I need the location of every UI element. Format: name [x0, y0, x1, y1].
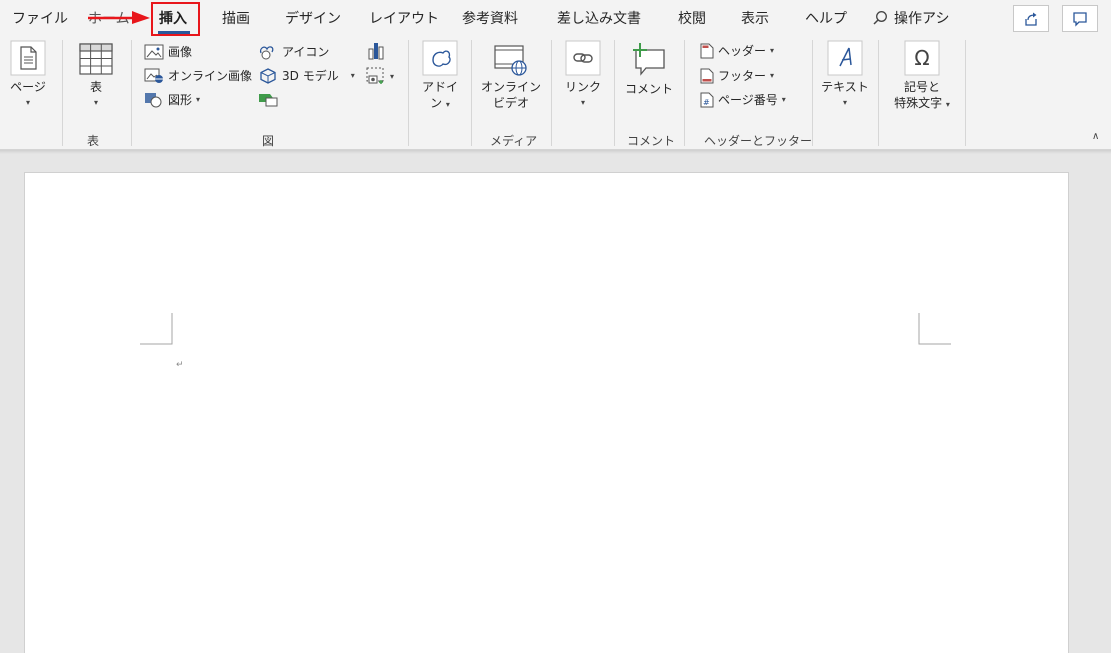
- chevron-down-icon: ▾: [196, 95, 201, 104]
- symbols-button[interactable]: Ω 記号と 特殊文字 ▾: [884, 40, 960, 113]
- footer-icon: [700, 68, 714, 83]
- group-separator: [878, 40, 879, 146]
- chevron-down-icon: ▾: [945, 100, 950, 109]
- search-icon: [873, 11, 887, 25]
- crop-mark-left: [140, 313, 173, 345]
- group-separator: [408, 40, 409, 146]
- pictures-button[interactable]: 画像: [144, 43, 192, 60]
- tab-view[interactable]: 表示: [741, 8, 769, 28]
- new-comment-button[interactable]: コメント: [622, 42, 676, 97]
- icons-icon: [259, 45, 274, 59]
- cube-icon: [260, 67, 276, 84]
- red-arrow-icon: [88, 11, 150, 24]
- chart-icon: [368, 43, 384, 60]
- group-separator: [131, 40, 132, 146]
- tab-review[interactable]: 校閲: [678, 8, 706, 28]
- page-number-icon: #: [700, 92, 714, 107]
- shapes-icon: [145, 92, 162, 107]
- page-number-button[interactable]: # ページ番号 ▾: [700, 91, 786, 108]
- tab-draw[interactable]: 描画: [222, 8, 250, 28]
- ribbon-tab-bar: ファイル ホーム 挿入 描画 デザイン レイアウト 参考資料 差し込み文書 校閲…: [0, 0, 1111, 36]
- table-icon: [79, 43, 113, 75]
- pages-button[interactable]: ページ ▾: [6, 40, 50, 111]
- online-picture-icon: [144, 68, 163, 83]
- screenshot-button[interactable]: ▾: [366, 67, 394, 85]
- share-button[interactable]: [1013, 5, 1049, 32]
- online-pictures-button[interactable]: オンライン画像: [144, 67, 252, 84]
- group-label-comments: コメント: [627, 134, 676, 148]
- text-box-icon: [827, 40, 863, 76]
- 3d-models-button[interactable]: 3D モデル ▾: [258, 67, 355, 84]
- shapes-button[interactable]: 図形 ▾: [144, 91, 200, 108]
- links-button[interactable]: リンク ▾: [560, 40, 606, 111]
- new-comment-icon: [633, 43, 665, 76]
- smartart-button[interactable]: [258, 91, 278, 107]
- text-box-button[interactable]: テキスト ▾: [818, 40, 872, 111]
- screenshot-icon: [366, 67, 384, 84]
- svg-text:#: #: [703, 98, 710, 107]
- omega-icon: Ω: [904, 40, 940, 76]
- group-separator: [471, 40, 472, 146]
- page-icon: [10, 40, 46, 76]
- group-label-media: メディア: [490, 134, 538, 148]
- tell-me-label: 操作アシ: [894, 11, 950, 27]
- addins-button[interactable]: アドイ ン ▾: [417, 40, 463, 113]
- chevron-down-icon: ▾: [580, 98, 585, 107]
- ribbon-shadow: [0, 150, 1111, 154]
- icons-button[interactable]: アイコン: [258, 43, 329, 60]
- paragraph-mark: ↵: [176, 360, 184, 370]
- tab-layout[interactable]: レイアウト: [369, 8, 439, 28]
- smartart-icon: [259, 94, 278, 107]
- footer-button[interactable]: フッター ▾: [700, 67, 774, 84]
- chevron-down-icon: ▾: [445, 100, 450, 109]
- group-separator: [965, 40, 966, 146]
- tell-me-search[interactable]: 操作アシ: [872, 8, 949, 28]
- tab-help[interactable]: ヘルプ: [805, 8, 847, 28]
- tab-mailings[interactable]: 差し込み文書: [557, 8, 641, 28]
- share-icon: [1025, 12, 1037, 26]
- chevron-down-icon: ▾: [781, 95, 786, 104]
- group-separator: [812, 40, 813, 146]
- group-separator: [614, 40, 615, 146]
- crop-mark-right: [918, 313, 951, 345]
- table-button[interactable]: 表 ▾: [76, 42, 116, 111]
- chevron-down-icon: ▾: [350, 71, 355, 80]
- comments-pane-button[interactable]: [1062, 5, 1098, 32]
- tab-file[interactable]: ファイル: [12, 8, 68, 28]
- chevron-down-icon: ▾: [93, 98, 98, 107]
- group-separator: [684, 40, 685, 146]
- online-video-icon: [494, 45, 527, 76]
- ribbon-insert: ページ ▾ 表 ▾ 表 画像 オンライン画像 図形 ▾ アイコン 3D モデル …: [0, 36, 1111, 150]
- tab-references[interactable]: 参考資料: [462, 8, 518, 28]
- chevron-down-icon: ▾: [770, 71, 775, 80]
- picture-icon: [144, 44, 164, 59]
- addins-icon: [422, 40, 458, 76]
- document-page[interactable]: [24, 172, 1069, 653]
- svg-text:Ω: Ω: [914, 46, 929, 70]
- group-separator: [551, 40, 552, 146]
- group-separator: [62, 40, 63, 146]
- link-icon: [565, 40, 601, 76]
- chart-button[interactable]: [366, 41, 386, 61]
- group-label-header-footer: ヘッダーとフッター: [704, 134, 813, 148]
- comment-icon: [1073, 11, 1087, 27]
- insert-tab-highlight-box: [151, 2, 200, 36]
- header-icon: [700, 43, 714, 58]
- online-video-button[interactable]: オンライン ビデオ: [478, 44, 544, 111]
- chevron-down-icon: ▾: [390, 71, 395, 81]
- chevron-down-icon: ▾: [842, 98, 847, 107]
- group-label-table: 表: [87, 134, 100, 148]
- tab-design[interactable]: デザイン: [285, 8, 341, 28]
- group-label-illustrations: 図: [262, 134, 275, 148]
- collapse-ribbon-icon[interactable]: ∧: [1092, 131, 1099, 142]
- chevron-down-icon: ▾: [25, 98, 30, 107]
- chevron-down-icon: ▾: [770, 46, 775, 55]
- header-button[interactable]: ヘッダー ▾: [700, 42, 774, 59]
